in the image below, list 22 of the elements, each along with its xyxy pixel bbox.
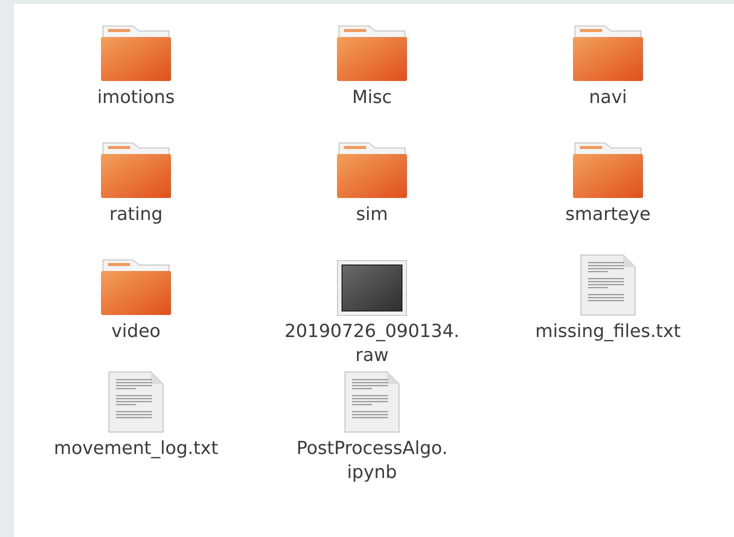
file-name[interactable]: movement_log.txt xyxy=(54,437,218,461)
file-name[interactable]: 20190726_090134. raw xyxy=(284,320,460,368)
file-name[interactable]: rating xyxy=(109,203,163,227)
text-file-icon xyxy=(108,371,164,433)
file-name[interactable]: missing_files.txt xyxy=(535,320,681,344)
file-name[interactable]: video xyxy=(111,320,161,344)
file-name[interactable]: smarteye xyxy=(565,203,651,227)
image-file-icon xyxy=(337,260,407,316)
folder-icon xyxy=(100,141,172,199)
file-name[interactable]: PostProcessAlgo. ipynb xyxy=(296,437,448,485)
folder-icon xyxy=(572,24,644,82)
folder-icon xyxy=(336,141,408,199)
text-file-icon xyxy=(344,371,400,433)
file-name[interactable]: sim xyxy=(356,203,388,227)
folder-icon xyxy=(100,24,172,82)
file-name[interactable]: Misc xyxy=(352,86,392,110)
folder-icon xyxy=(100,258,172,316)
file-name[interactable]: imotions xyxy=(97,86,175,110)
folder-icon xyxy=(572,141,644,199)
text-file-icon xyxy=(580,254,636,316)
file-name[interactable]: navi xyxy=(588,86,628,110)
folder-icon xyxy=(336,24,408,82)
